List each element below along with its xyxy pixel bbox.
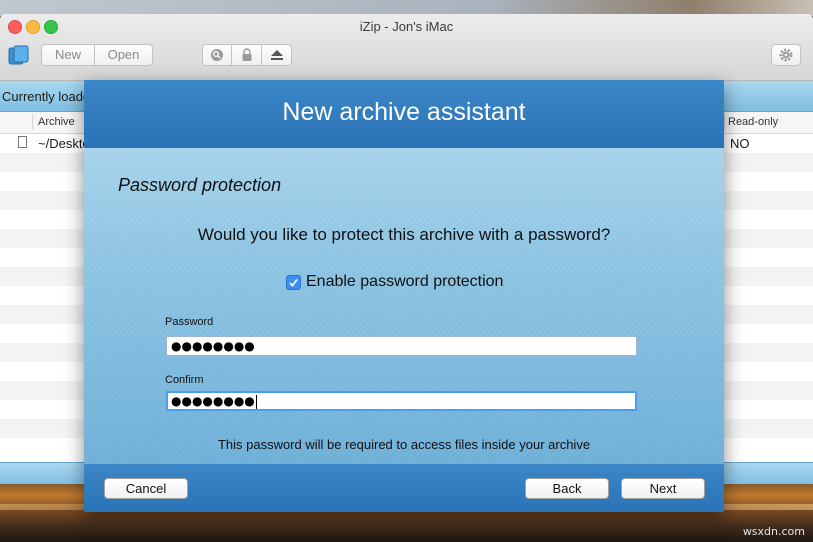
eject-button[interactable] xyxy=(261,44,292,66)
password-field[interactable]: ●●●●●●●● xyxy=(166,336,637,356)
column-header-archive[interactable]: Archive xyxy=(38,116,75,128)
app-icon xyxy=(8,45,30,65)
dialog-title: New archive assistant xyxy=(282,98,526,126)
cell-readonly: NO xyxy=(730,136,750,151)
password-label: Password xyxy=(165,316,214,328)
lock-button[interactable] xyxy=(231,44,262,66)
next-button[interactable]: Next xyxy=(621,478,705,499)
gear-icon xyxy=(779,48,793,62)
dialog-header: New archive assistant xyxy=(84,80,724,148)
new-button[interactable]: New xyxy=(41,44,95,66)
column-divider xyxy=(32,114,33,130)
confirm-password-field[interactable]: ●●●●●●●● xyxy=(166,391,637,411)
new-archive-assistant-dialog: New archive assistant Password protectio… xyxy=(84,80,724,512)
checkbox-label[interactable]: Enable password protection xyxy=(306,273,503,291)
search-button[interactable] xyxy=(202,44,232,66)
watermark: wsxdn.com xyxy=(742,525,805,538)
column-divider xyxy=(724,114,725,130)
open-button[interactable]: Open xyxy=(94,44,153,66)
cancel-button[interactable]: Cancel xyxy=(104,478,188,499)
file-icon xyxy=(18,136,27,148)
section-title: Password protection xyxy=(118,175,282,195)
checkmark-icon xyxy=(289,278,298,287)
confirm-value: ●●●●●●●● xyxy=(171,394,255,408)
back-button[interactable]: Back xyxy=(525,478,609,499)
column-header-readonly[interactable]: Read-only xyxy=(728,116,778,128)
question-text: Would you like to protect this archive w… xyxy=(197,225,611,244)
lock-icon xyxy=(242,48,251,61)
title-bar: iZip - Jon's iMac New Open xyxy=(0,14,813,81)
eject-icon xyxy=(270,50,283,60)
settings-button[interactable] xyxy=(771,44,801,66)
password-value: ●●●●●●●● xyxy=(171,339,255,353)
password-hint: This password will be required to access… xyxy=(217,437,591,452)
text-caret xyxy=(255,394,257,409)
enable-password-checkbox[interactable] xyxy=(286,274,301,290)
window-title: iZip - Jon's iMac xyxy=(359,19,454,34)
confirm-label: Confirm xyxy=(165,374,204,386)
enable-password-checkbox-row[interactable]: Enable password protection xyxy=(286,273,503,291)
search-icon xyxy=(211,49,223,61)
